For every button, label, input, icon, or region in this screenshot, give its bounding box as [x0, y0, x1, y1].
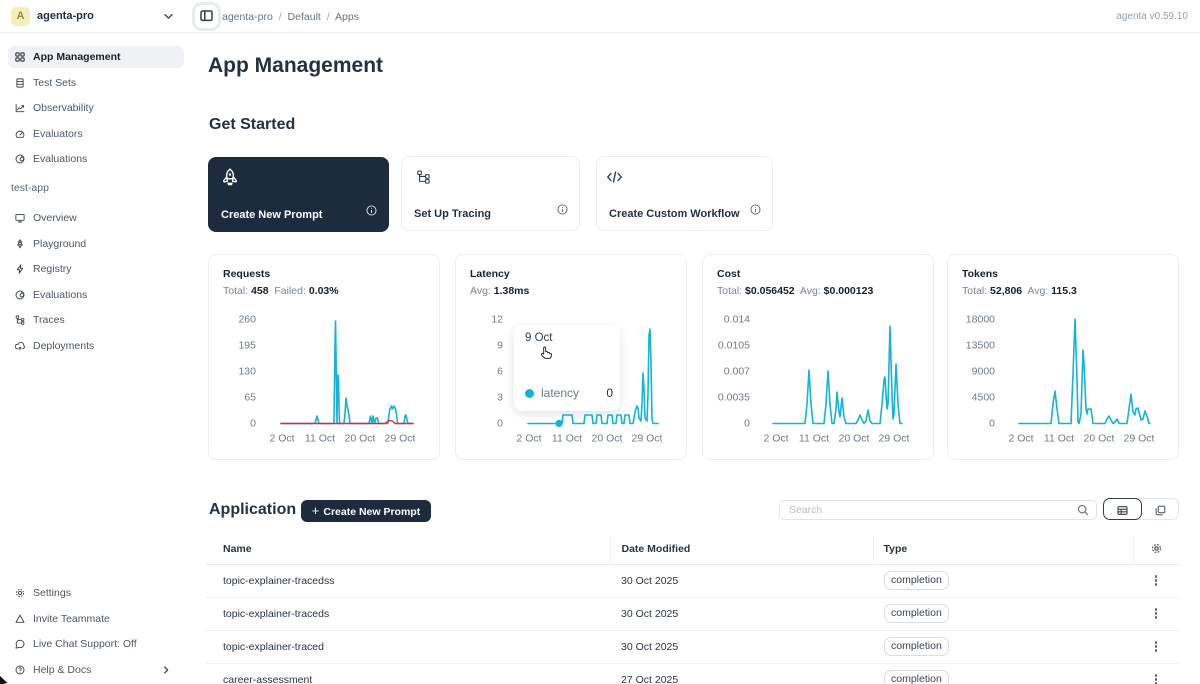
svg-text:11 Oct: 11 Oct [305, 433, 335, 445]
svg-text:0: 0 [250, 418, 256, 430]
svg-text:0.007: 0.007 [724, 366, 750, 378]
svg-text:0: 0 [744, 418, 750, 430]
svg-text:6: 6 [497, 366, 503, 378]
svg-text:260: 260 [238, 314, 256, 326]
svg-text:9: 9 [497, 340, 503, 352]
svg-text:65: 65 [244, 392, 256, 404]
svg-text:2 Oct: 2 Oct [1008, 433, 1033, 445]
svg-text:9000: 9000 [972, 366, 996, 378]
svg-text:195: 195 [238, 340, 256, 352]
svg-text:11 Oct: 11 Oct [799, 433, 829, 445]
svg-text:0: 0 [989, 418, 995, 430]
svg-text:20 Oct: 20 Oct [592, 433, 623, 445]
svg-text:20 Oct: 20 Oct [1084, 433, 1115, 445]
svg-text:2 Oct: 2 Oct [516, 433, 541, 445]
svg-text:0.0035: 0.0035 [718, 392, 750, 404]
svg-text:29 Oct: 29 Oct [632, 433, 663, 445]
svg-text:18000: 18000 [966, 314, 995, 326]
svg-text:0: 0 [497, 418, 503, 430]
svg-text:12: 12 [491, 314, 503, 326]
svg-text:20 Oct: 20 Oct [839, 433, 870, 445]
svg-text:29 Oct: 29 Oct [879, 433, 910, 445]
svg-text:2 Oct: 2 Oct [763, 433, 788, 445]
svg-text:0.014: 0.014 [724, 314, 750, 326]
svg-text:13500: 13500 [966, 340, 995, 352]
svg-text:4500: 4500 [972, 392, 996, 404]
svg-text:11 Oct: 11 Oct [552, 433, 582, 445]
svg-text:20 Oct: 20 Oct [345, 433, 376, 445]
svg-text:29 Oct: 29 Oct [385, 433, 416, 445]
svg-text:11 Oct: 11 Oct [1044, 433, 1074, 445]
svg-text:130: 130 [238, 366, 256, 378]
svg-text:3: 3 [497, 392, 503, 404]
svg-text:29 Oct: 29 Oct [1124, 433, 1155, 445]
svg-text:0.0105: 0.0105 [718, 340, 750, 352]
svg-text:2 Oct: 2 Oct [269, 433, 294, 445]
